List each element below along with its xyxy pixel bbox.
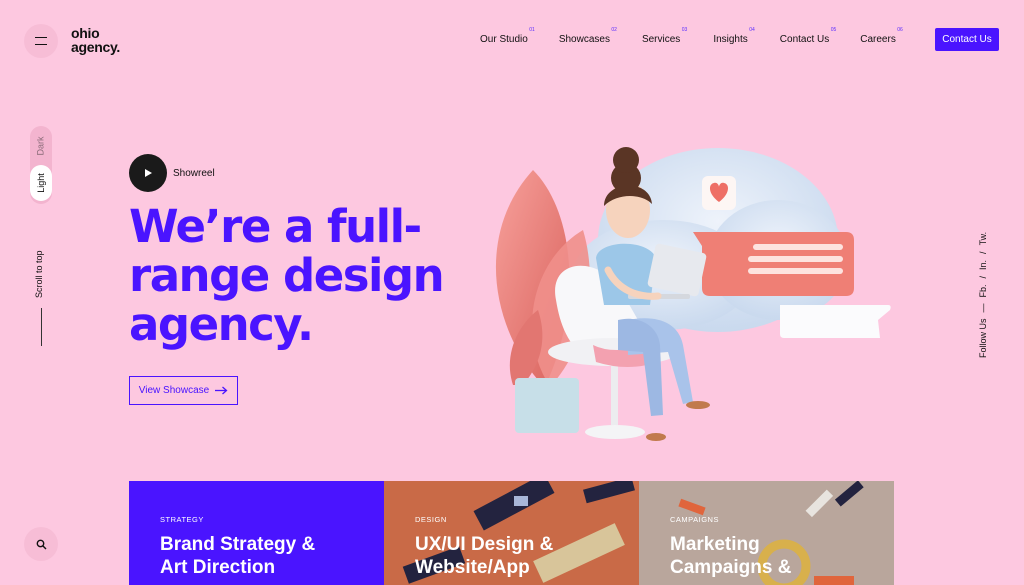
nav-label: Our Studio	[480, 34, 528, 45]
nav-item-showcases[interactable]: Showcases 02	[558, 27, 617, 45]
nav-item-careers[interactable]: Careers 06	[860, 27, 903, 45]
main-nav: Our Studio 01 Showcases 02 Services 03 I…	[480, 27, 903, 45]
card-title: Marketing Campaigns &	[670, 533, 791, 579]
plant-pot	[515, 378, 579, 433]
service-cards: STRATEGY Brand Strategy & Art Direction …	[129, 481, 894, 585]
scroll-to-top-label: Scroll to top	[34, 250, 44, 298]
follow-us: Follow Us — Fb. / In. / Tw.	[978, 232, 988, 358]
card-category: STRATEGY	[160, 515, 204, 524]
follow-separator: /	[978, 251, 988, 254]
card-category: CAMPAIGNS	[670, 515, 719, 524]
follow-us-label: Follow Us	[978, 318, 988, 358]
nav-number: 04	[749, 27, 755, 33]
headline-line-2: range design	[129, 249, 445, 302]
nav-number: 06	[897, 27, 903, 33]
heart-bubble	[702, 176, 736, 210]
nav-label: Contact Us	[779, 34, 830, 45]
dark-mode-option[interactable]: Dark	[30, 128, 52, 164]
arrow-right-icon	[215, 386, 228, 395]
color-mode-switch[interactable]: Dark Light	[30, 126, 52, 204]
chat-bubble	[693, 232, 854, 296]
nav-item-insights[interactable]: Insights 04	[713, 27, 754, 45]
nav-number: 01	[529, 27, 535, 33]
showreel-button[interactable]: Showreel	[129, 154, 215, 192]
logo[interactable]: ohio agency.	[71, 26, 120, 54]
view-showcase-label: View Showcase	[138, 385, 210, 396]
card-title-line-1: Brand Strategy &	[160, 534, 316, 555]
card-title-line-2: Campaigns &	[670, 557, 792, 578]
dark-mode-label: Dark	[35, 136, 46, 156]
card-title-line-2: Website/App	[415, 557, 530, 578]
facebook-link[interactable]: Fb.	[978, 284, 988, 297]
logo-line-1: ohio	[71, 25, 100, 41]
logo-line-2: agency.	[71, 39, 120, 55]
view-showcase-button[interactable]: View Showcase	[129, 376, 238, 405]
search-button[interactable]	[24, 527, 58, 561]
play-button[interactable]	[129, 154, 167, 192]
card-title-line-1: Marketing	[670, 534, 760, 555]
card-title-line-2: Art Direction	[160, 557, 276, 578]
linkedin-link[interactable]: In.	[978, 260, 988, 270]
headline-line-3: agency.	[129, 298, 314, 351]
contact-us-button[interactable]: Contact Us	[935, 28, 999, 51]
card-title-line-1: UX/UI Design &	[415, 534, 554, 555]
menu-button[interactable]	[24, 24, 58, 58]
light-mode-option[interactable]: Light	[30, 165, 52, 201]
showreel-label: Showreel	[173, 167, 215, 179]
card-title: Brand Strategy & Art Direction	[160, 533, 315, 579]
follow-dash: —	[978, 303, 988, 313]
hamburger-icon	[35, 37, 47, 45]
nav-item-our-studio[interactable]: Our Studio 01	[480, 27, 535, 45]
play-icon	[145, 169, 152, 177]
twitter-link[interactable]: Tw.	[978, 232, 988, 246]
card-category: DESIGN	[415, 515, 447, 524]
follow-separator: /	[978, 275, 988, 279]
light-mode-label: Light	[36, 173, 46, 193]
page: ohio agency. Our Studio 01 Showcases 02 …	[0, 0, 1024, 585]
card-campaigns[interactable]: CAMPAIGNS Marketing Campaigns &	[639, 481, 894, 585]
hero-headline: We’re a full- range design agency.	[129, 202, 469, 349]
card-design[interactable]: DESIGN UX/UI Design & Website/App	[384, 481, 639, 585]
nav-number: 05	[830, 27, 837, 33]
card-strategy[interactable]: STRATEGY Brand Strategy & Art Direction	[129, 481, 384, 585]
nav-label: Careers	[860, 34, 896, 45]
scroll-to-top-link[interactable]: Scroll to top	[34, 242, 46, 302]
search-icon	[36, 539, 46, 549]
empty-chat-bubble	[780, 305, 891, 338]
nav-label: Showcases	[558, 34, 610, 45]
nav-number: 03	[681, 27, 688, 33]
nav-label: Insights	[713, 34, 748, 45]
nav-item-contact-us[interactable]: Contact Us 05	[779, 27, 836, 45]
nav-label: Services	[641, 34, 681, 45]
nav-number: 02	[611, 27, 617, 33]
card-title: UX/UI Design & Website/App	[415, 533, 553, 579]
hero-illustration	[495, 147, 891, 441]
nav-item-services[interactable]: Services 03	[641, 27, 687, 45]
headline-line-1: We’re a full-	[129, 200, 422, 253]
scroll-indicator-line	[41, 308, 42, 346]
